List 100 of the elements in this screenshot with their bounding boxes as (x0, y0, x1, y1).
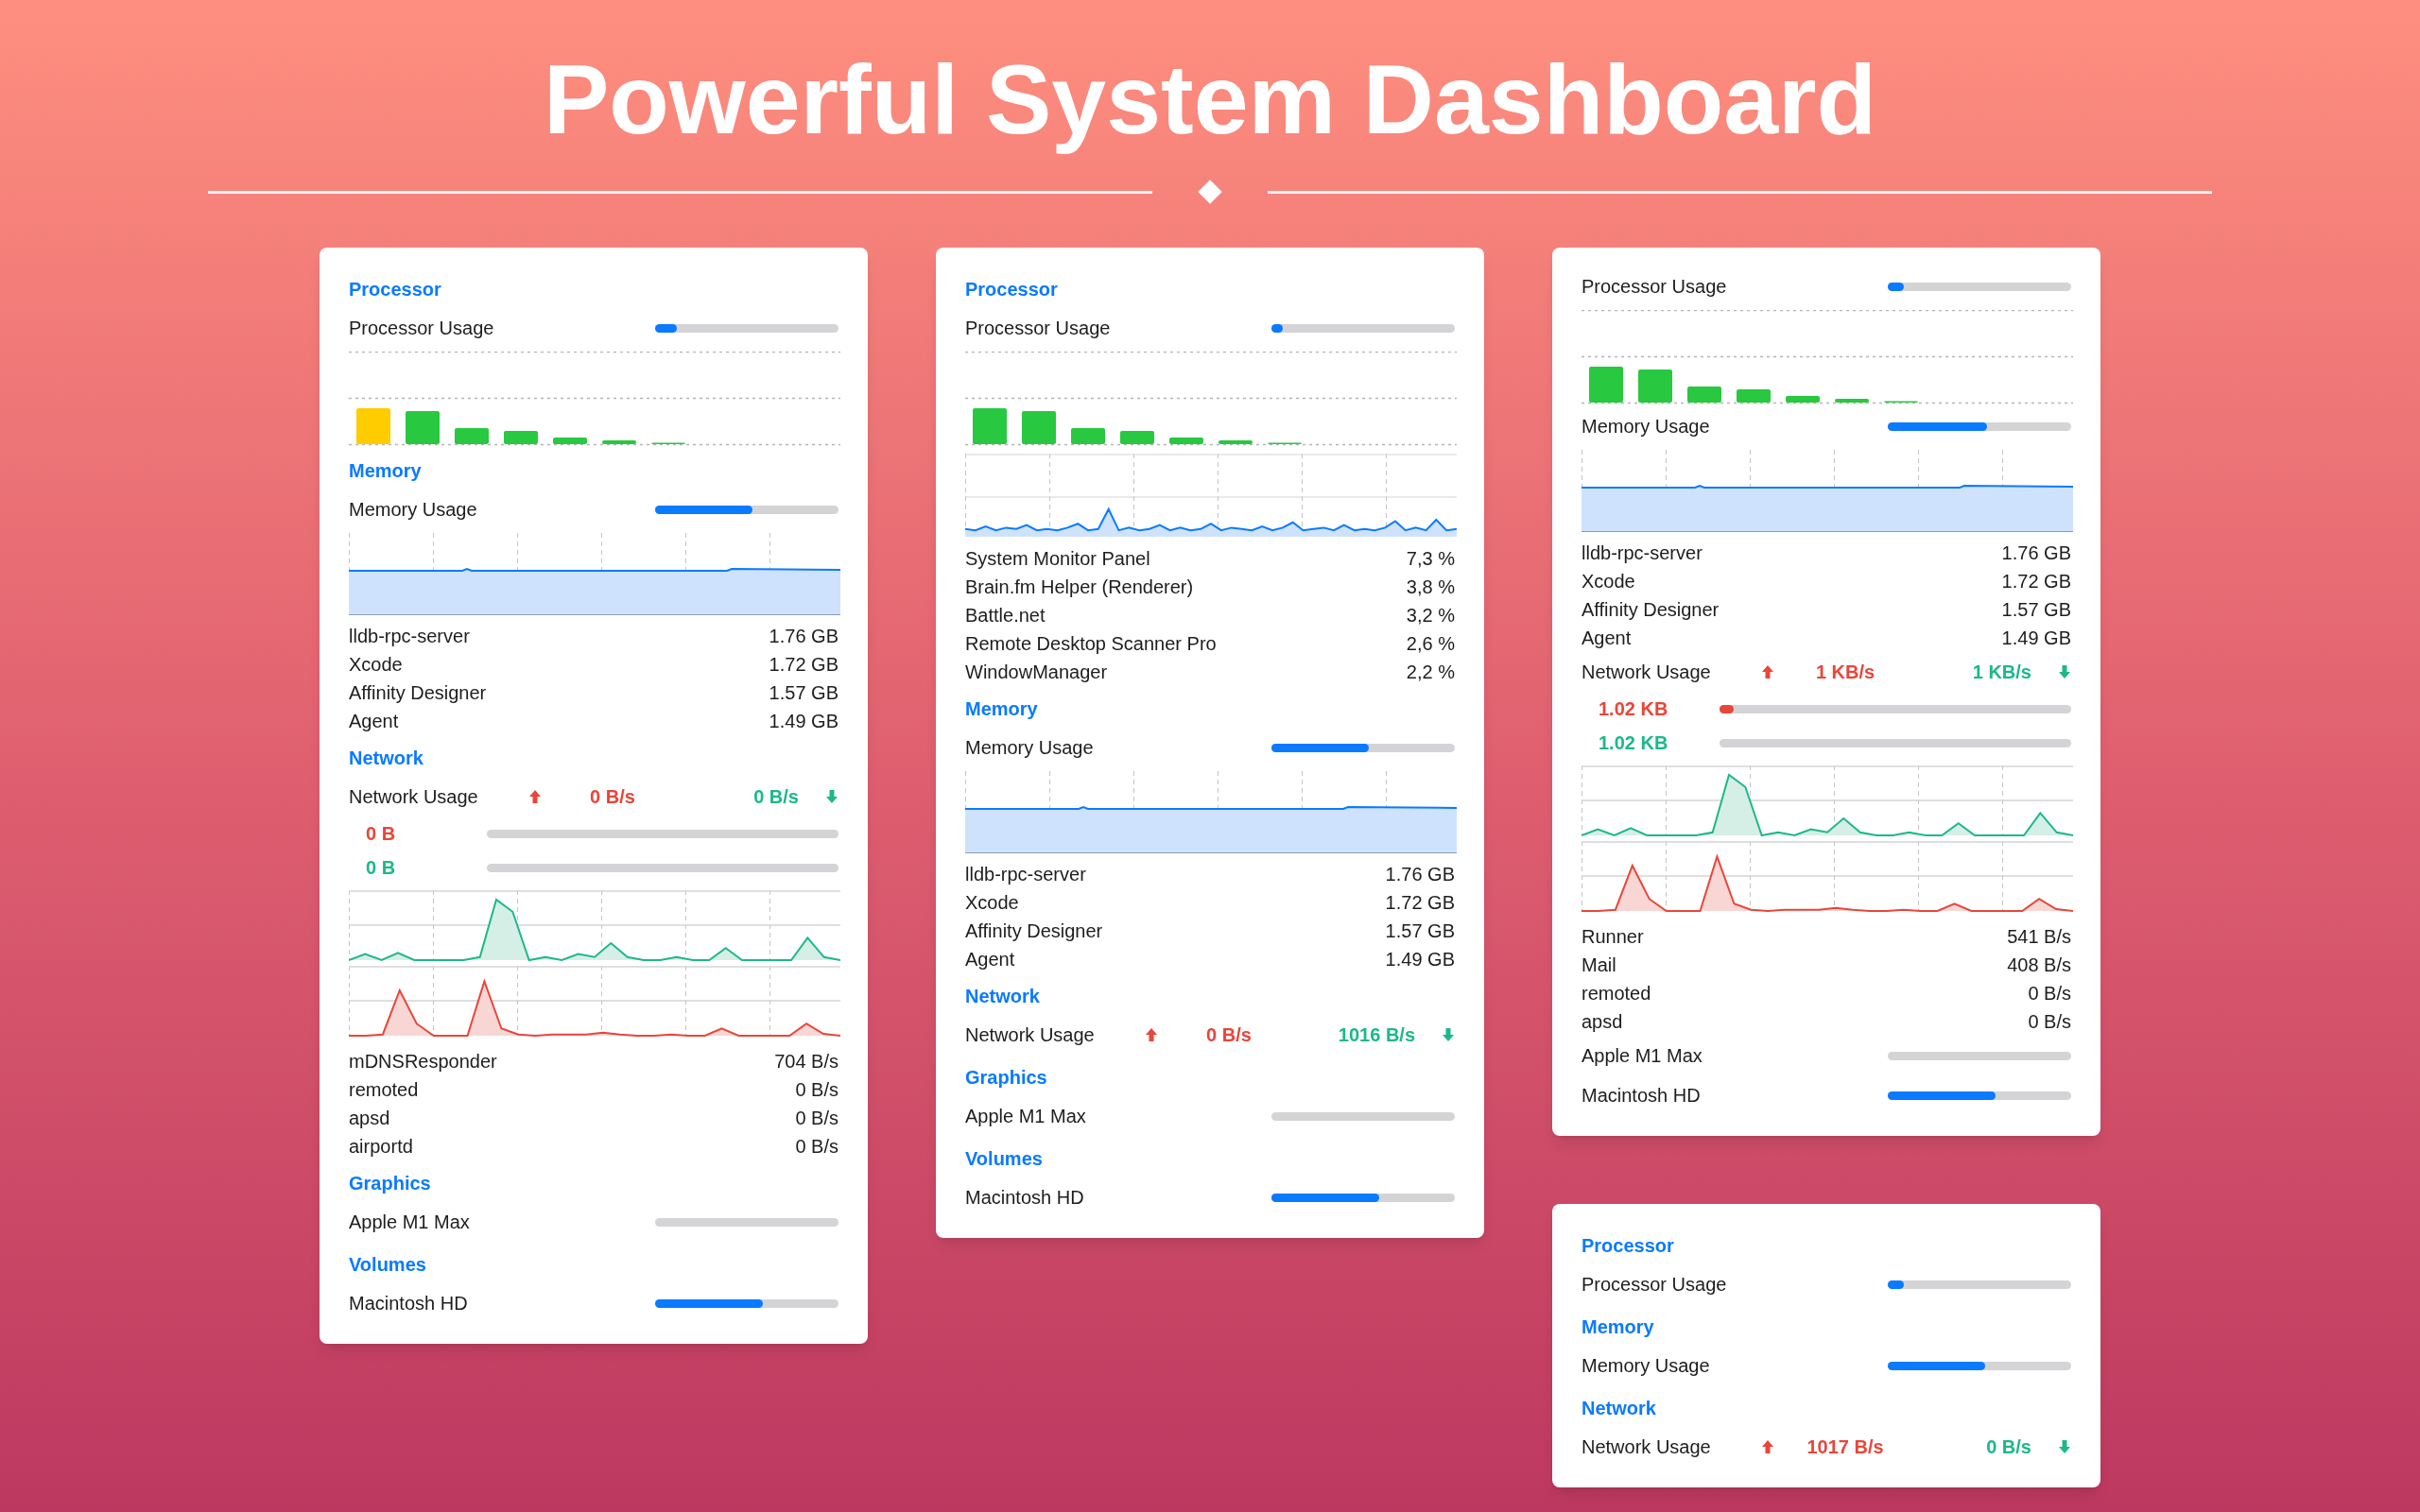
download-rate: 1016 B/s (1337, 1023, 1416, 1047)
section-heading: Processor (349, 278, 442, 301)
process-name: WindowManager (965, 661, 1108, 684)
download-rate: 1 KB/s (1971, 661, 2032, 684)
process-name: Affinity Designer (965, 919, 1103, 943)
metric-label: Apple M1 Max (1582, 1044, 1703, 1068)
cpu-core-bar (1737, 389, 1771, 403)
cpu-core-bar (1786, 396, 1820, 403)
metric-label: Network Usage (1582, 1435, 1712, 1459)
transfer-total: 0 B (365, 856, 397, 880)
upload-arrow-icon (1761, 664, 1774, 679)
upload-arrow-icon (1761, 1439, 1774, 1454)
process-value: 1.72 GB (2001, 570, 2071, 593)
process-value: 3,2 % (1406, 604, 1455, 627)
upload-rate: 1 KB/s (1814, 661, 1876, 684)
download-arrow-icon (1442, 1027, 1455, 1042)
cpu-core-bar (1687, 387, 1721, 403)
process-value: 1.57 GB (1385, 919, 1455, 943)
process-value: 1.49 GB (769, 710, 838, 733)
section-heading: Processor (965, 278, 1059, 301)
download-rate: 0 B/s (752, 785, 800, 809)
transfer-total: 1.02 KB (1598, 731, 1669, 755)
section-heading: Network (1582, 1397, 1657, 1420)
process-name: Xcode (349, 653, 403, 677)
process-name: apsd (349, 1107, 390, 1130)
upload-arrow-icon (1145, 1027, 1158, 1042)
process-value: 0 B/s (2028, 1010, 2071, 1034)
metric-label: Memory Usage (1582, 1354, 1710, 1378)
section-heading: Graphics (965, 1066, 1048, 1090)
process-name: lldb-rpc-server (965, 863, 1086, 886)
process-value: 541 B/s (2007, 925, 2071, 949)
process-name: Runner (1582, 925, 1644, 949)
process-value: 704 B/s (774, 1050, 838, 1074)
process-name: Remote Desktop Scanner Pro (965, 632, 1217, 656)
cpu-core-bar (1219, 440, 1253, 444)
process-value: 0 B/s (2028, 982, 2071, 1005)
process-value: 1.49 GB (2001, 627, 2071, 650)
process-name: Agent (349, 710, 399, 733)
cpu-core-bar (1169, 438, 1203, 444)
metric-label: Processor Usage (1582, 1273, 1727, 1297)
process-value: 0 B/s (795, 1078, 838, 1102)
download-arrow-icon (2058, 664, 2071, 679)
cpu-core-bar (1638, 369, 1672, 403)
upload-rate: 0 B/s (589, 785, 636, 809)
process-value: 1.57 GB (769, 681, 838, 705)
metric-label: Memory Usage (349, 498, 477, 522)
process-name: lldb-rpc-server (1582, 541, 1703, 565)
process-name: Affinity Designer (349, 681, 487, 705)
metric-label: Network Usage (349, 785, 479, 809)
cpu-core-bar (1120, 431, 1154, 444)
metric-label: Processor Usage (1582, 275, 1727, 299)
process-name: Mail (1582, 954, 1616, 977)
download-arrow-icon (2058, 1439, 2071, 1454)
section-heading: Network (349, 747, 424, 770)
section-heading: Memory (1582, 1315, 1655, 1339)
section-heading: Volumes (965, 1147, 1044, 1171)
section-heading: Processor (1582, 1234, 1675, 1258)
process-value: 1.76 GB (2001, 541, 2071, 565)
metric-label: Memory Usage (965, 736, 1094, 760)
cpu-core-bar (1835, 399, 1869, 403)
process-name: Brain.fm Helper (Renderer) (965, 576, 1194, 599)
process-value: 0 B/s (795, 1107, 838, 1130)
cpu-core-bar (406, 411, 440, 444)
metric-label: Macintosh HD (965, 1186, 1084, 1210)
process-name: Agent (965, 948, 1015, 971)
metric-label: Apple M1 Max (349, 1211, 470, 1234)
metric-label: Network Usage (965, 1023, 1096, 1047)
upload-arrow-icon (528, 789, 542, 804)
cpu-core-bar (1071, 428, 1105, 444)
page-title: Powerful System Dashboard (543, 43, 1877, 156)
transfer-total: 1.02 KB (1598, 697, 1669, 721)
section-heading: Volumes (349, 1253, 427, 1277)
metric-label: Macintosh HD (1582, 1084, 1701, 1108)
section-heading: Network (965, 985, 1041, 1008)
process-value: 3,8 % (1406, 576, 1455, 599)
process-name: mDNSResponder (349, 1050, 497, 1074)
transfer-total: 0 B (365, 822, 397, 846)
metric-label: Processor Usage (349, 317, 494, 340)
process-value: 1.49 GB (1385, 948, 1455, 971)
metric-label: Memory Usage (1582, 415, 1710, 438)
cpu-core-bar (504, 431, 538, 444)
process-name: apsd (1582, 1010, 1623, 1034)
process-name: remoted (1582, 982, 1651, 1005)
upload-rate: 1017 B/s (1806, 1435, 1885, 1459)
metric-label: Macintosh HD (349, 1292, 468, 1315)
process-value: 2,2 % (1406, 661, 1455, 684)
process-name: Xcode (1582, 570, 1635, 593)
process-name: airportd (349, 1135, 413, 1159)
process-name: Agent (1582, 627, 1632, 650)
process-value: 1.76 GB (1385, 863, 1455, 886)
section-heading: Memory (349, 459, 423, 483)
download-rate: 0 B/s (1985, 1435, 2032, 1459)
metric-label: Processor Usage (965, 317, 1111, 340)
metric-label: Apple M1 Max (965, 1105, 1086, 1128)
cpu-core-bar (1022, 411, 1056, 444)
process-name: Battle.net (965, 604, 1046, 627)
process-name: remoted (349, 1078, 419, 1102)
process-value: 0 B/s (795, 1135, 838, 1159)
process-value: 7,3 % (1406, 547, 1455, 571)
process-value: 408 B/s (2007, 954, 2071, 977)
